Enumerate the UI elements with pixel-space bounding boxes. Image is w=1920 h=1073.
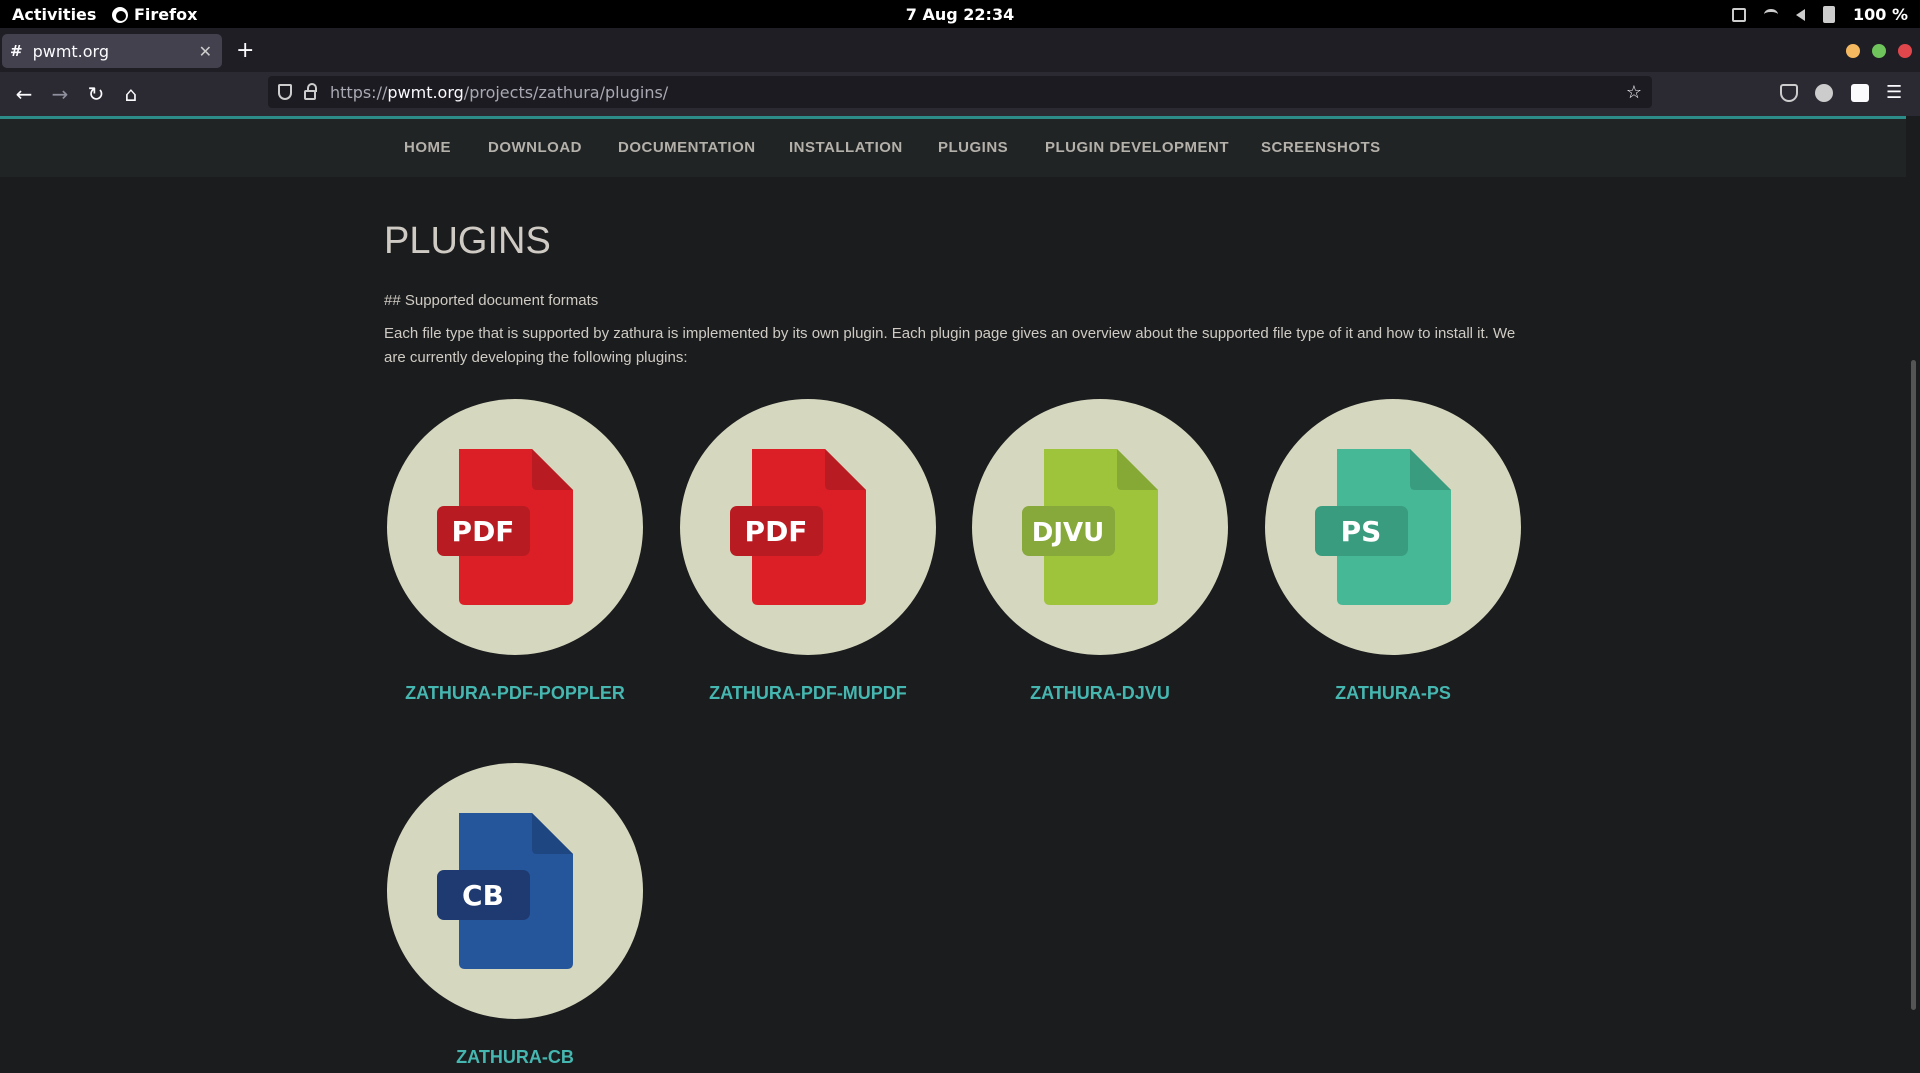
file-type-badge: CB	[462, 879, 504, 912]
plugin-link[interactable]: ZATHURA-PDF-MUPDF	[680, 683, 936, 704]
tab-title: pwmt.org	[32, 41, 110, 61]
system-top-bar: Activities Firefox 7 Aug 22:34 100 %	[0, 0, 1920, 28]
wifi-icon[interactable]	[1764, 9, 1778, 20]
plugin-item[interactable]: PDF ZATHURA-PDF-MUPDF	[680, 399, 936, 704]
hash-favicon-icon: #	[10, 42, 23, 60]
plugin-icon-circle[interactable]: PDF	[680, 399, 936, 655]
file-type-badge: PDF	[745, 515, 808, 548]
pdf-file-icon: PDF	[437, 449, 573, 605]
page-description: Each file type that is supported by zath…	[384, 325, 1516, 366]
plugin-item[interactable]: PS ZATHURA-PS	[1265, 399, 1521, 704]
plugin-item[interactable]: DJVU ZATHURA-DJVU	[972, 399, 1228, 704]
web-page: HOME DOWNLOAD DOCUMENTATION INSTALLATION…	[0, 116, 1906, 1073]
bookmark-star-icon[interactable]: ☆	[1626, 82, 1642, 103]
url-path: /projects/zathura/plugins/	[463, 82, 669, 102]
battery-icon[interactable]	[1823, 6, 1835, 23]
site-navigation: HOME DOWNLOAD DOCUMENTATION INSTALLATION…	[0, 119, 1906, 177]
home-icon[interactable]: ⌂	[119, 82, 143, 106]
tab-strip: # pwmt.org ✕	[0, 28, 1920, 72]
url-text[interactable]: https://pwmt.org/projects/zathura/plugin…	[330, 83, 1626, 102]
nav-plugin-development[interactable]: PLUGIN DEVELOPMENT	[1045, 139, 1229, 156]
section-subtitle: ## Supported document formats	[384, 292, 599, 309]
plugin-icon-circle[interactable]: DJVU	[972, 399, 1228, 655]
volume-icon[interactable]	[1796, 8, 1805, 21]
lock-icon[interactable]	[304, 83, 317, 100]
back-arrow-icon[interactable]: ←	[12, 82, 36, 106]
plugin-icon-circle[interactable]: CB	[387, 763, 643, 1019]
url-host: pwmt.org	[387, 82, 464, 102]
maximize-window-button[interactable]	[1872, 44, 1886, 58]
extension-icon[interactable]	[1851, 84, 1869, 102]
page-title: PLUGINS	[384, 220, 551, 262]
system-tray[interactable]: 100 %	[1732, 5, 1908, 24]
minimize-window-button[interactable]	[1846, 44, 1860, 58]
plugin-item[interactable]: CB ZATHURA-CB	[387, 763, 643, 1068]
close-tab-icon[interactable]: ✕	[199, 42, 212, 61]
file-type-badge: PS	[1341, 515, 1382, 548]
pdf-file-icon: PDF	[730, 449, 866, 605]
cb-file-icon: CB	[437, 813, 573, 969]
nav-screenshots[interactable]: SCREENSHOTS	[1261, 139, 1381, 156]
forward-arrow-icon[interactable]: →	[48, 82, 72, 106]
file-type-badge: PDF	[452, 515, 515, 548]
url-bar[interactable]: https://pwmt.org/projects/zathura/plugin…	[268, 76, 1652, 108]
tracking-protection-shield-icon[interactable]	[278, 84, 292, 100]
plugin-link[interactable]: ZATHURA-PS	[1265, 683, 1521, 704]
tab-pwmt[interactable]: # pwmt.org ✕	[2, 34, 222, 68]
new-tab-button[interactable]: +	[236, 38, 254, 63]
djvu-file-icon: DJVU	[1022, 449, 1158, 605]
extension-icon[interactable]	[1815, 84, 1833, 102]
battery-percentage[interactable]: 100 %	[1853, 5, 1908, 24]
ps-file-icon: PS	[1315, 449, 1451, 605]
clock[interactable]: 7 Aug 22:34	[0, 5, 1920, 24]
nav-home[interactable]: HOME	[404, 139, 451, 156]
plugin-link[interactable]: ZATHURA-PDF-POPPLER	[387, 683, 643, 704]
close-window-button[interactable]	[1898, 44, 1912, 58]
navigation-toolbar: ← → ↻ ⌂ https://pwmt.org/projects/zathur…	[0, 72, 1920, 116]
nav-plugins[interactable]: PLUGINS	[938, 139, 1008, 156]
plugin-link[interactable]: ZATHURA-DJVU	[972, 683, 1228, 704]
pocket-icon[interactable]	[1780, 84, 1798, 102]
plugin-icon-circle[interactable]: PS	[1265, 399, 1521, 655]
reload-icon[interactable]: ↻	[84, 82, 108, 106]
download-icon[interactable]	[1732, 7, 1746, 22]
hamburger-menu-icon[interactable]: ☰	[1886, 84, 1904, 102]
plugin-link[interactable]: ZATHURA-CB	[387, 1047, 643, 1068]
plugin-icon-circle[interactable]: PDF	[387, 399, 643, 655]
plugin-item[interactable]: PDF ZATHURA-PDF-POPPLER	[387, 399, 643, 704]
nav-installation[interactable]: INSTALLATION	[789, 139, 903, 156]
nav-documentation[interactable]: DOCUMENTATION	[618, 139, 756, 156]
nav-download[interactable]: DOWNLOAD	[488, 139, 582, 156]
url-scheme: https://	[330, 82, 388, 102]
file-type-badge: DJVU	[1032, 518, 1105, 548]
scrollbar-thumb[interactable]	[1911, 360, 1916, 1010]
